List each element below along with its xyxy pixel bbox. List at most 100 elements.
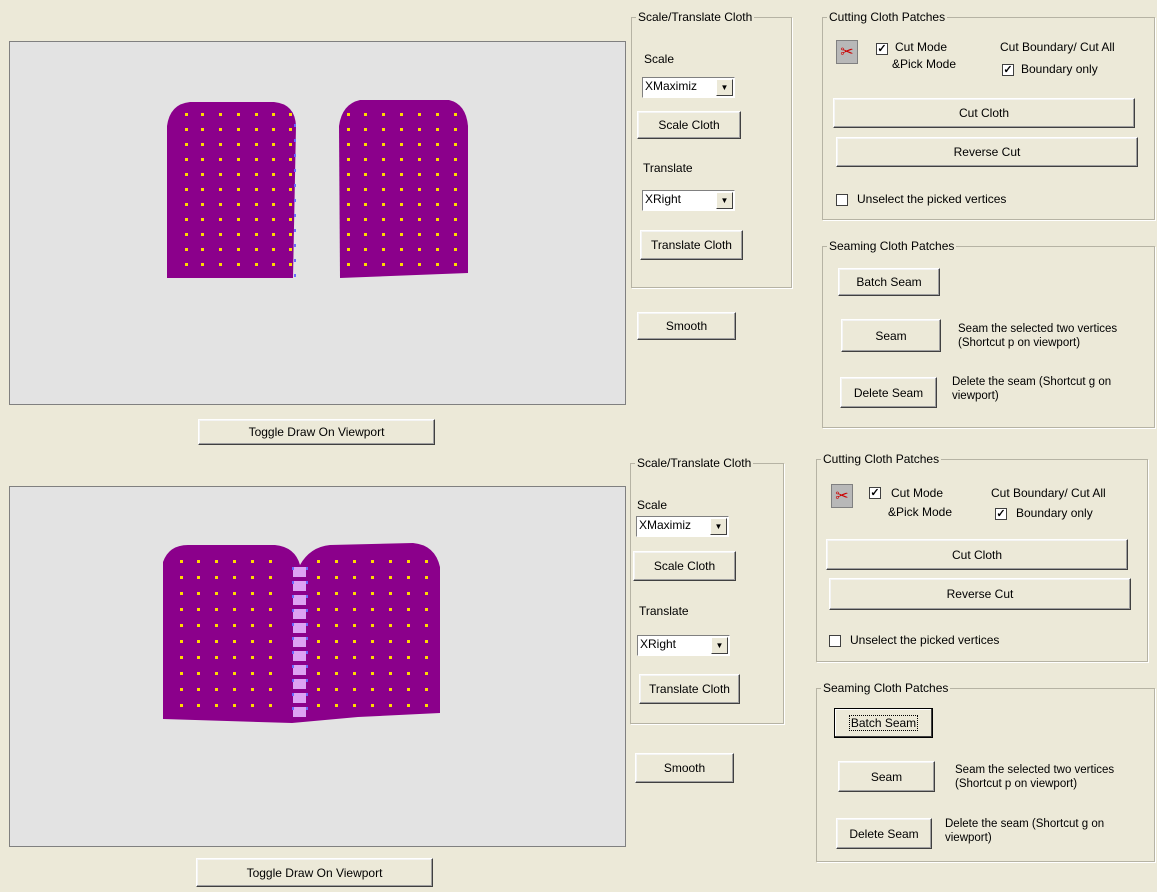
unselect-checkbox[interactable]	[836, 194, 848, 206]
vertex-dot	[335, 704, 338, 707]
vertex-dot	[289, 173, 292, 176]
vertex-dot	[436, 248, 439, 251]
vertex-dot	[272, 188, 275, 191]
vertex-dot	[425, 608, 428, 611]
smooth-button[interactable]: Smooth	[635, 753, 734, 783]
vertex-dot	[347, 203, 350, 206]
vertex-dot	[215, 576, 218, 579]
seam-stitch	[293, 693, 306, 703]
vertex-dot	[197, 576, 200, 579]
vertex-dot	[382, 143, 385, 146]
vertex-dot	[317, 656, 320, 659]
translate-cloth-button[interactable]: Translate Cloth	[640, 230, 743, 260]
vertex-dot	[219, 188, 222, 191]
vertex-dot	[269, 624, 272, 627]
vertex-dot	[197, 656, 200, 659]
vertex-dot	[382, 203, 385, 206]
scissors-icon[interactable]: ✂	[831, 484, 853, 508]
vertex-dot	[289, 233, 292, 236]
scissors-icon[interactable]: ✂	[836, 40, 858, 64]
translate-cloth-button[interactable]: Translate Cloth	[639, 674, 740, 704]
vertex-dot	[364, 173, 367, 176]
vertex-dot	[317, 592, 320, 595]
vertex-dot	[215, 704, 218, 707]
seam-button[interactable]: Seam	[838, 761, 935, 792]
seam-button[interactable]: Seam	[841, 319, 941, 352]
vertex-dot	[219, 218, 222, 221]
vertex-dot	[294, 214, 296, 217]
vertex-dot	[400, 158, 403, 161]
toggle-draw-viewport-button[interactable]: Toggle Draw On Viewport	[198, 419, 435, 445]
scale-dropdown[interactable]: XMaximiz ▼	[642, 77, 735, 98]
batch-seam-button[interactable]: Batch Seam	[838, 268, 940, 296]
translate-dropdown[interactable]: XRight ▼	[642, 190, 735, 211]
vertex-dot	[418, 113, 421, 116]
chevron-down-icon[interactable]: ▼	[710, 518, 727, 535]
vertex-dot	[201, 143, 204, 146]
vertex-dot	[294, 139, 296, 142]
vertex-dot	[237, 113, 240, 116]
vertex-dot	[371, 704, 374, 707]
vertex-dot	[364, 218, 367, 221]
vertex-dot	[219, 143, 222, 146]
smooth-button[interactable]: Smooth	[637, 312, 736, 340]
boundary-only-checkbox[interactable]: ✓	[1002, 64, 1014, 76]
vertex-dot	[185, 143, 188, 146]
vertex-dot	[180, 608, 183, 611]
vertex-dot	[233, 656, 236, 659]
vertex-dot	[364, 203, 367, 206]
reverse-cut-button[interactable]: Reverse Cut	[829, 578, 1131, 610]
delete-seam-button[interactable]: Delete Seam	[836, 818, 932, 849]
vertex-dot	[269, 656, 272, 659]
vertex-dot	[294, 199, 296, 202]
viewport-top[interactable]	[9, 41, 626, 405]
chevron-down-icon[interactable]: ▼	[716, 192, 733, 209]
vertex-dot	[364, 143, 367, 146]
vertex-dot	[371, 640, 374, 643]
seam-stitches	[293, 567, 306, 717]
cut-mode-checkbox[interactable]: ✓	[869, 487, 881, 499]
batch-seam-button[interactable]: Batch Seam	[834, 708, 933, 738]
vertex-dot	[418, 158, 421, 161]
vertex-dot	[418, 143, 421, 146]
vertex-dot	[255, 173, 258, 176]
vertex-dot	[219, 113, 222, 116]
delete-seam-button[interactable]: Delete Seam	[840, 377, 937, 408]
vertex-dot	[400, 128, 403, 131]
seam-stitch	[293, 679, 306, 689]
vertex-dot	[425, 672, 428, 675]
vertex-dot	[180, 576, 183, 579]
vertex-dot	[294, 154, 296, 157]
vertex-dot	[400, 173, 403, 176]
vertex-dot	[272, 158, 275, 161]
vertex-dot	[335, 656, 338, 659]
vertex-dot	[382, 218, 385, 221]
chevron-down-icon[interactable]: ▼	[716, 79, 733, 96]
unselect-checkbox[interactable]	[829, 635, 841, 647]
seam-stitch	[293, 567, 306, 577]
cut-mode-checkbox[interactable]: ✓	[876, 43, 888, 55]
scale-cloth-button[interactable]: Scale Cloth	[637, 111, 741, 139]
vertex-dot	[389, 576, 392, 579]
vertex-dot	[272, 233, 275, 236]
scale-cloth-button[interactable]: Scale Cloth	[633, 551, 736, 581]
translate-dropdown[interactable]: XRight ▼	[637, 635, 730, 656]
chevron-down-icon[interactable]: ▼	[711, 637, 728, 654]
boundary-only-checkbox[interactable]: ✓	[995, 508, 1007, 520]
vertex-dot	[306, 637, 308, 640]
toggle-draw-viewport-button[interactable]: Toggle Draw On Viewport	[196, 858, 433, 887]
vertex-dot	[407, 688, 410, 691]
vertex-dot	[371, 592, 374, 595]
scale-dropdown[interactable]: XMaximiz ▼	[636, 516, 729, 537]
vertex-dot	[197, 672, 200, 675]
cut-cloth-button[interactable]: Cut Cloth	[833, 98, 1135, 128]
vertex-dot	[237, 233, 240, 236]
vertex-dot	[335, 576, 338, 579]
vertex-dot	[269, 576, 272, 579]
reverse-cut-button[interactable]: Reverse Cut	[836, 137, 1138, 167]
vertex-dot	[425, 560, 428, 563]
cut-cloth-button[interactable]: Cut Cloth	[826, 539, 1128, 570]
vertex-dot	[180, 704, 183, 707]
vertex-dot	[294, 244, 296, 247]
viewport-bottom[interactable]	[9, 486, 626, 847]
